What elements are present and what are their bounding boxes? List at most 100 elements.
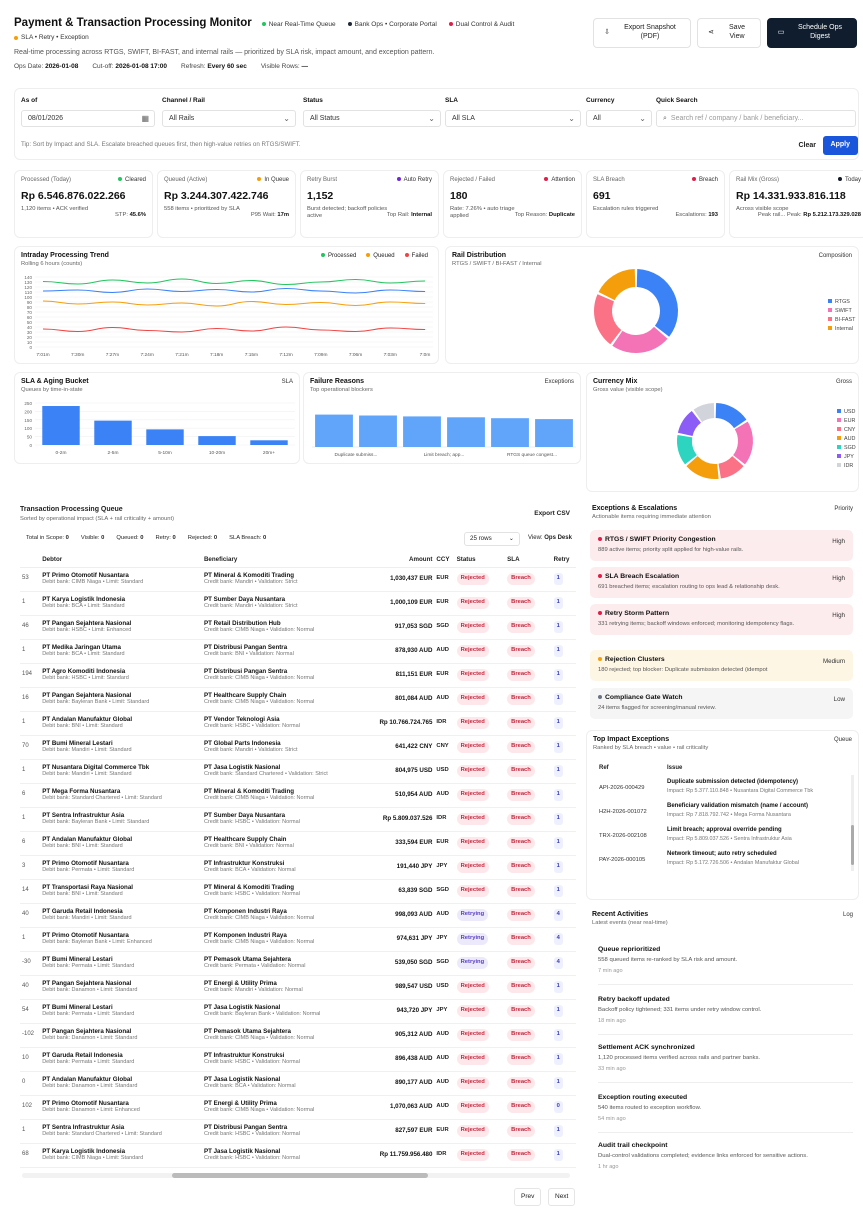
table-row[interactable]: 1 PT Karya Logistik Indonesia Debit bank: … <box>20 591 576 616</box>
row-number: 1 <box>20 1119 41 1144</box>
sla-cell: Breach <box>505 711 552 736</box>
save-view-button[interactable]: ⋖ Save View <box>697 18 761 48</box>
rows-select[interactable]: 25 rows ⌄ <box>464 532 520 546</box>
calendar-icon: ▭ <box>777 28 785 36</box>
bar <box>359 415 397 447</box>
table-row[interactable]: 1 PT Primo Otomotif Nusantara Debit bank: … <box>20 927 576 952</box>
legend-swatch <box>828 299 832 303</box>
x-tick-label: 7:0m <box>420 352 431 358</box>
table-row[interactable]: 40 PT Pangan Sejahtera Nasional Debit bank… <box>20 975 576 1000</box>
table-row[interactable]: 68 PT Karya Logistik Indonesia Debit bank:… <box>20 1143 576 1168</box>
table-row[interactable]: 1 PT Andalan Manufaktur Global Debit bank:… <box>20 711 576 736</box>
table-row[interactable]: 6 PT Mega Forma Nusantara Debit bank: Stan… <box>20 783 576 808</box>
severity-dot-icon <box>598 574 602 579</box>
table-row[interactable]: 53 PT Primo Otomotif Nusantara Debit bank:… <box>20 567 576 592</box>
schedule-digest-button[interactable]: ▭ Schedule Ops Digest <box>767 18 857 48</box>
currency: AUD <box>434 1095 455 1120</box>
table-row[interactable]: 40 PT Garuda Retail Indonesia Debit bank: … <box>20 903 576 928</box>
table-row[interactable]: 1 PT Sentra Infrastruktur Asia Debit bank:… <box>20 807 576 832</box>
col-header-amount[interactable]: Amount <box>363 553 435 568</box>
activity-item[interactable]: Queue reprioritized 558 queued items re-r… <box>590 942 853 986</box>
x-tick-label: 20m+ <box>263 450 275 456</box>
table-row[interactable]: 102 PT Primo Otomotif Nusantara Debit bank… <box>20 1095 576 1120</box>
row-number: 14 <box>20 879 41 904</box>
table-row[interactable]: 3 PT Primo Otomotif Nusantara Debit bank: … <box>20 855 576 880</box>
beneficiary-detail: Credit bank: BCA • Validation: Normal <box>203 867 296 874</box>
horizontal-scrollbar[interactable] <box>22 1173 570 1178</box>
activity-time: 18 min ago <box>598 1018 626 1025</box>
activity-item[interactable]: Settlement ACK synchronized 1,120 process… <box>590 1040 853 1084</box>
status-select[interactable]: All Status ⌄ <box>303 110 441 127</box>
exception-item[interactable]: Compliance Gate Watch 24 items flagged fo… <box>590 688 853 720</box>
table-row[interactable]: 16 PT Pangan Sejahtera Nasional Debit bank… <box>20 687 576 712</box>
sla-select[interactable]: All SLA ⌄ <box>445 110 581 127</box>
debtor-cell: PT Andalan Manufaktur Global Debit bank: … <box>40 1071 202 1096</box>
exception-item[interactable]: Rejection Clusters 180 rejected; top bloc… <box>590 650 853 682</box>
status-cell: Retrying <box>454 927 506 952</box>
table-row[interactable]: -30 PT Bumi Mineral Lestari Debit bank: Pe… <box>20 951 576 976</box>
kpi-side: Top Reason: Duplicate <box>515 212 575 219</box>
table-row[interactable]: 0 PT Andalan Manufaktur Global Debit bank:… <box>20 1071 576 1096</box>
debtor-detail: Debit bank: Standard Chartered • Limit: … <box>42 1131 162 1138</box>
col-header-ccy[interactable]: CCY <box>434 553 455 568</box>
impact-scrollbar[interactable] <box>851 775 854 871</box>
impact-scrollbar-thumb[interactable] <box>851 825 854 865</box>
clear-button[interactable]: Clear <box>792 138 822 155</box>
exception-item[interactable]: RTGS / SWIFT Priority Congestion 889 acti… <box>590 530 853 562</box>
table-row[interactable]: 6 PT Andalan Manufaktur Global Debit bank:… <box>20 831 576 856</box>
beneficiary-detail: Credit bank: Mandiri • Validation: Stric… <box>203 579 298 586</box>
table-row[interactable]: 10 PT Garuda Retail Indonesia Debit bank: … <box>20 1047 576 1072</box>
asof-date-input[interactable]: 08/01/2026 ▦ <box>21 110 155 127</box>
activity-item[interactable]: Audit trail checkpoint Dual-control valid… <box>590 1138 853 1175</box>
prev-button[interactable]: Prev <box>514 1188 542 1207</box>
table-row[interactable]: 46 PT Pangan Sejahtera Nasional Debit bank… <box>20 615 576 640</box>
activity-item[interactable]: Exception routing executed 540 items rout… <box>590 1090 853 1134</box>
table-row[interactable]: 1 PT Nusantara Digital Commerce Tbk Debit … <box>20 759 576 784</box>
sla-badge: Breach <box>507 789 535 801</box>
table-row[interactable]: 1 PT Medika Jaringan Utama Debit bank: BCA… <box>20 639 576 664</box>
x-tick-label: 7:01m <box>36 352 49 358</box>
col-header-status[interactable]: Status <box>454 553 506 568</box>
status-cell: Rejected <box>454 663 506 688</box>
scrollbar-thumb[interactable] <box>172 1173 428 1178</box>
kpi-card[interactable]: SLA Breach Breach 691 Escalation rules trig… <box>586 170 725 238</box>
exception-item[interactable]: Retry Storm Pattern 331 retrying items; b… <box>590 604 853 636</box>
beneficiary-cell: PT Jasa Logistik Nasional Credit bank: BC… <box>201 1071 364 1096</box>
activities-subtitle: Latest events (near real-time) <box>592 920 668 926</box>
beneficiary-cell: PT Komponen Industri Raya Credit bank: CI… <box>201 903 364 928</box>
table-row[interactable]: 14 PT Transportasi Raya Nasional Debit ban… <box>20 879 576 904</box>
col-header-beneficiary[interactable]: Beneficiary <box>201 553 364 568</box>
kpi-card[interactable]: Rejected / Failed Attention 180 Rate: 7.26%… <box>443 170 582 238</box>
view-select[interactable]: View: Ops Desk <box>528 535 572 543</box>
table-row[interactable]: 54 PT Bumi Mineral Lestari Debit bank: Per… <box>20 999 576 1024</box>
kpi-card[interactable]: Processed (Today) Cleared Rp 6.546.876.022… <box>14 170 153 238</box>
table-row[interactable]: 194 PT Agro Komoditi Indonesia Debit bank:… <box>20 663 576 688</box>
next-button[interactable]: Next <box>548 1188 576 1207</box>
table-row[interactable]: 1 PT Sentra Infrastruktur Asia Debit bank:… <box>20 1119 576 1144</box>
counter-value: 0 <box>172 535 176 541</box>
export-pdf-button[interactable]: ⇩ Export Snapshot (PDF) <box>593 18 691 48</box>
table-row[interactable]: 70 PT Bumi Mineral Lestari Debit bank: Man… <box>20 735 576 760</box>
apply-button[interactable]: Apply <box>822 136 858 155</box>
channel-select[interactable]: All Rails ⌄ <box>162 110 296 127</box>
export-csv-button[interactable]: Export CSV <box>534 510 570 518</box>
exception-item[interactable]: SLA Breach Escalation 691 breached items;… <box>590 567 853 599</box>
activity-item[interactable]: Retry backoff updated Backoff policy tigh… <box>590 992 853 1036</box>
beneficiary-detail: Credit bank: HSBC • Validation: Normal <box>203 1131 300 1138</box>
col-header-sla[interactable]: SLA <box>505 553 552 568</box>
slice-internal <box>598 269 636 301</box>
kpi-card[interactable]: Retry Burst Auto Retry 1,152 Burst detected… <box>300 170 439 238</box>
kpi-side-label: Top Reason: <box>514 211 548 218</box>
table-row[interactable]: -102 PT Pangan Sejahtera Nasional Debit ba… <box>20 1023 576 1048</box>
col-header-retry[interactable]: Retry <box>551 553 576 568</box>
exception-title: RTGS / SWIFT Priority Congestion <box>598 536 845 544</box>
debtor-cell: PT Nusantara Digital Commerce Tbk Debit b… <box>40 759 202 784</box>
beneficiary-detail: Credit bank: Standard Chartered • Valida… <box>203 771 328 778</box>
search-input[interactable]: ⌕ Search ref / company / bank / beneficia… <box>656 110 856 127</box>
kpi-card[interactable]: Queued (Active) In Queue Rp 3.244.307.422.… <box>157 170 296 238</box>
currency-select[interactable]: All ⌄ <box>586 110 652 127</box>
sla-cell: Breach <box>505 1047 552 1072</box>
col-header-debtor[interactable]: Debtor <box>40 553 202 568</box>
impact-issue: Network timeout; auto retry scheduled <box>667 851 777 857</box>
kpi-card[interactable]: Rail Mix (Gross) Today Rp 14.331.933.816.1… <box>729 170 863 238</box>
